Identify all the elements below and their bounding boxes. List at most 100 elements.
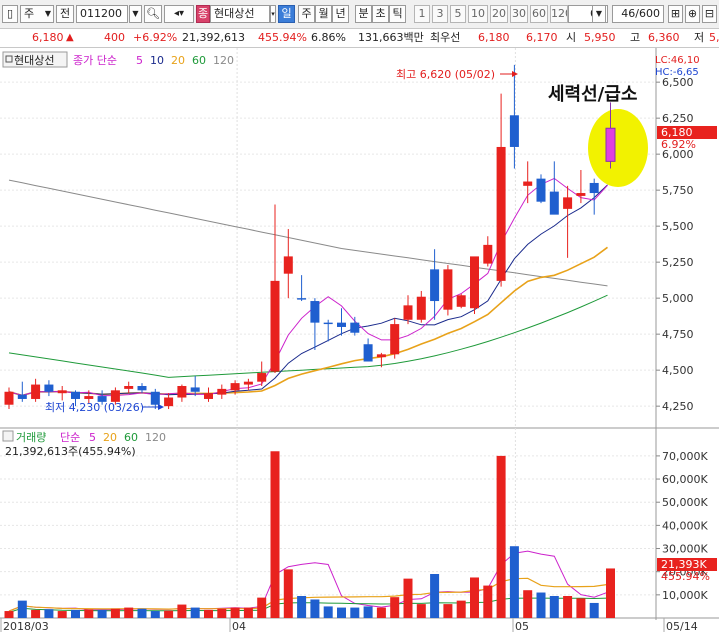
candle-body xyxy=(44,384,54,392)
volume-bar xyxy=(204,609,213,618)
price-legend-prefix: 종가 단순 xyxy=(73,54,117,67)
x-tick-label: 04 xyxy=(232,620,246,633)
lc-label: LC:46,10 xyxy=(655,55,700,66)
period-tab[interactable]: 분 xyxy=(355,5,372,23)
candle-body xyxy=(4,391,14,405)
ma-legend-item[interactable]: 120 xyxy=(213,54,234,67)
period-tab[interactable]: 틱 xyxy=(389,5,406,23)
ma-legend-item[interactable]: 120 xyxy=(145,431,166,444)
open-price: 5,950 xyxy=(584,31,616,44)
ma-legend-item[interactable]: 5 xyxy=(89,431,96,444)
volume-tick-label: 40,000K xyxy=(662,519,708,532)
current-volume-pct: 455.94% xyxy=(661,570,710,583)
volume-bar xyxy=(283,569,293,618)
volume-bar xyxy=(243,607,253,618)
candle-body xyxy=(589,182,599,194)
code-dropdown-chevron-icon[interactable]: ▼ xyxy=(129,5,142,23)
interval-button[interactable]: 120 xyxy=(550,5,568,23)
period-tab[interactable]: 월 xyxy=(315,5,332,23)
volume-bar xyxy=(257,597,267,618)
stock-name-field[interactable]: 현대상선 xyxy=(210,5,270,23)
candle-body xyxy=(323,322,333,325)
interval-chevron-icon[interactable]: ▼ xyxy=(592,5,606,23)
window-icon[interactable]: ▯ xyxy=(2,5,18,23)
volume-bar xyxy=(456,600,466,618)
candle-body xyxy=(456,295,466,307)
volume-bar xyxy=(44,609,54,618)
search-icon[interactable]: 🔍︎ xyxy=(144,5,162,23)
price-tick-label: 4,250 xyxy=(662,400,694,413)
price-tick-label: 5,000 xyxy=(662,292,694,305)
candle-body xyxy=(150,391,160,405)
volume-info: 21,392,613주(455.94%) xyxy=(5,445,136,458)
candle-body xyxy=(443,269,453,310)
chart-svg[interactable]: 현대상선 종가 단순 5 10 20 60 120 LC:46,10 HC:-6,65 … xyxy=(0,48,719,635)
interval-button[interactable]: 20 xyxy=(490,5,508,23)
period-tab[interactable]: 년 xyxy=(332,5,349,23)
candle-body xyxy=(297,298,307,300)
candle-body xyxy=(270,280,280,372)
interval-button[interactable]: 5 xyxy=(450,5,466,23)
volume-bar xyxy=(17,600,27,618)
volume-bar xyxy=(416,604,426,618)
interval-button[interactable]: 30 xyxy=(510,5,528,23)
ma-legend-item[interactable]: 60 xyxy=(124,431,138,444)
volume-bar xyxy=(323,606,333,618)
volume-bar xyxy=(217,608,227,618)
volume-bar xyxy=(376,607,386,618)
annotation-text: 세력선/급소 xyxy=(548,84,637,105)
volume-bar xyxy=(150,611,160,618)
chevron-down-icon: ▼ xyxy=(44,9,51,18)
volume-bar xyxy=(470,577,479,618)
candle-body xyxy=(363,344,373,362)
period-select[interactable]: 주 ▼ xyxy=(20,5,54,23)
volume-bar xyxy=(230,607,240,618)
price-tick-label: 5,500 xyxy=(662,220,694,233)
current-candle-body xyxy=(605,127,616,162)
volume-tick-label: 70,000K xyxy=(662,450,708,463)
stock-name-dropdown-icon[interactable]: ▾ xyxy=(270,5,276,23)
low-note: 최저 4,230 (03/26) xyxy=(45,401,144,414)
candle-body xyxy=(483,244,493,264)
candle-body xyxy=(283,256,293,274)
volume-bar xyxy=(483,585,493,618)
priority-label: 최우선 xyxy=(430,31,461,44)
chart-title: 현대상선 xyxy=(14,54,54,67)
volume-bar xyxy=(31,609,41,618)
price-tick-label: 4,750 xyxy=(662,328,694,341)
ma-legend-item[interactable]: 20 xyxy=(103,431,117,444)
x-tick-label: 2018/03 xyxy=(3,620,49,633)
stock-type-badge: 종 xyxy=(196,5,210,23)
low-price: 5, xyxy=(709,31,719,44)
interval-button[interactable]: 3 xyxy=(432,5,448,23)
mode-button[interactable]: 전 xyxy=(56,5,74,23)
period-tab[interactable]: 일 xyxy=(278,5,295,23)
candle-body xyxy=(576,193,586,196)
high-label: 고 xyxy=(630,31,641,44)
sound-icon[interactable]: ◂▾ xyxy=(164,5,194,23)
period-tab[interactable]: 초 xyxy=(372,5,389,23)
volume-bar xyxy=(430,574,440,618)
volume-bar xyxy=(164,610,174,618)
ma-legend-item[interactable]: 10 xyxy=(150,54,164,67)
config-icon[interactable]: ⊟ xyxy=(702,5,717,23)
ma-legend-item[interactable]: 20 xyxy=(171,54,185,67)
grid-settings-icon[interactable]: ⊞ xyxy=(668,5,683,23)
interval-button[interactable]: 10 xyxy=(468,5,488,23)
candle-body xyxy=(536,178,546,202)
price-tick-label: 6,500 xyxy=(662,76,694,89)
volume-title-icon[interactable] xyxy=(2,430,14,442)
indicator-icon[interactable]: ⊕ xyxy=(685,5,700,23)
code-input[interactable]: 011200 xyxy=(76,5,128,23)
bid-price: 6,170 xyxy=(526,31,558,44)
candle-body xyxy=(84,396,94,399)
chart-area[interactable]: 현대상선 종가 단순 5 10 20 60 120 LC:46,10 HC:-6,65 … xyxy=(0,48,719,635)
ma-legend-item[interactable]: 5 xyxy=(136,54,143,67)
candle-body xyxy=(17,394,27,399)
interval-button[interactable]: 1 xyxy=(414,5,430,23)
ma-legend-item[interactable]: 60 xyxy=(192,54,206,67)
period-tab[interactable]: 주 xyxy=(298,5,315,23)
volume-bar xyxy=(71,609,80,618)
candle-body xyxy=(310,301,320,323)
interval-button[interactable]: 60 xyxy=(530,5,548,23)
